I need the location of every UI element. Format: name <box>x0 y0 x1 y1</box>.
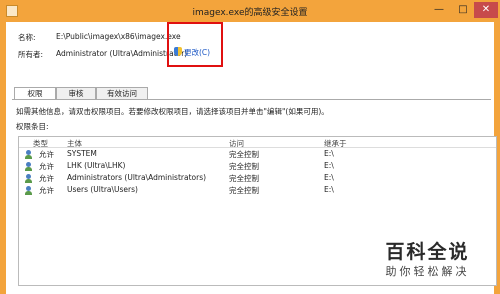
name-value: E:\Public\imagex\x86\imagex.exe <box>56 32 181 41</box>
entry-principal: Administrators (Ultra\Administrators) <box>67 173 207 182</box>
entry-access: 完全控制 <box>229 174 259 183</box>
entry-type: 允许 <box>39 150 54 159</box>
minimize-button[interactable]: — <box>428 2 450 18</box>
entry-type: 允许 <box>39 162 54 171</box>
column-access[interactable]: 访问 <box>229 138 244 149</box>
entry-access: 完全控制 <box>229 150 259 159</box>
entries-label: 权限条目: <box>16 122 49 131</box>
column-inherited[interactable]: 继承于 <box>324 138 347 149</box>
owner-label: 所有者: <box>18 50 44 59</box>
table-row[interactable]: 允许 Administrators (Ultra\Administrators)… <box>19 173 496 184</box>
user-group-icon <box>24 162 33 171</box>
window-title: imagex.exe的高级安全设置 <box>192 8 308 18</box>
shield-icon <box>174 47 182 56</box>
entry-inherited: E:\ <box>324 161 334 170</box>
tab-effective-access[interactable]: 有效访问 <box>96 87 148 99</box>
tab-divider <box>12 99 491 100</box>
entry-principal: LHK (Ultra\LHK) <box>67 161 126 170</box>
user-group-icon <box>24 174 33 183</box>
entry-access: 完全控制 <box>229 186 259 195</box>
entry-type: 允许 <box>39 186 54 195</box>
highlight-box <box>167 22 223 67</box>
name-label: 名称: <box>18 33 36 42</box>
table-row[interactable]: 允许 SYSTEM 完全控制 E:\ <box>19 149 496 160</box>
change-owner-link[interactable]: 更改(C) <box>184 47 210 58</box>
entry-access: 完全控制 <box>229 162 259 171</box>
table-row[interactable]: 允许 Users (Ultra\Users) 完全控制 E:\ <box>19 185 496 196</box>
watermark-subtitle: 助你轻松解决 <box>385 265 470 278</box>
entry-principal: Users (Ultra\Users) <box>67 185 138 194</box>
table-row[interactable]: 允许 LHK (Ultra\LHK) 完全控制 E:\ <box>19 161 496 172</box>
dialog-client: 名称: E:\Public\imagex\x86\imagex.exe 所有者:… <box>6 22 497 294</box>
entry-principal: SYSTEM <box>67 149 97 158</box>
entry-inherited: E:\ <box>324 185 334 194</box>
watermark-title: 百科全说 <box>385 241 470 263</box>
entry-type: 允许 <box>39 174 54 183</box>
close-button[interactable]: ✕ <box>474 2 498 18</box>
user-group-icon <box>24 150 33 159</box>
info-text: 如需其他信息，请双击权限项目。若要修改权限项目，请选择该项目并单击"编辑"(如果… <box>16 107 329 116</box>
column-type[interactable]: 类型 <box>33 138 48 149</box>
list-header: 类型 主体 访问 继承于 <box>19 137 496 148</box>
watermark: 百科全说 助你轻松解决 <box>370 240 485 286</box>
maximize-button[interactable]: □ <box>452 2 474 18</box>
entry-inherited: E:\ <box>324 173 334 182</box>
title-bar: imagex.exe的高级安全设置 — □ ✕ <box>0 0 500 22</box>
entry-inherited: E:\ <box>324 149 334 158</box>
column-principal[interactable]: 主体 <box>67 138 82 149</box>
user-group-icon <box>24 186 33 195</box>
tab-auditing[interactable]: 审核 <box>56 87 96 99</box>
